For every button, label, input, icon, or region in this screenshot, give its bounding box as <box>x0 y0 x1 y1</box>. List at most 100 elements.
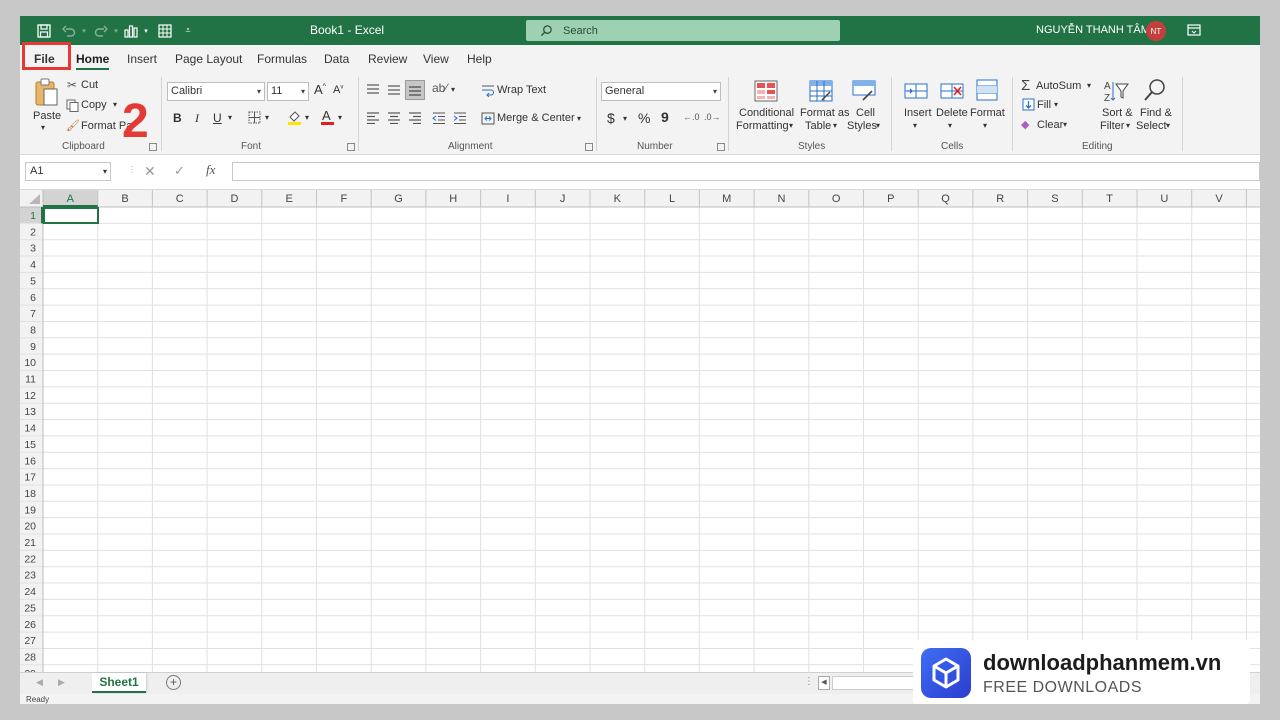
column-header-m[interactable]: M <box>722 193 731 205</box>
find-select-dropdown-icon[interactable]: ▾ <box>1166 121 1170 130</box>
tab-review[interactable]: Review <box>368 52 407 66</box>
autosum-button[interactable]: AutoSum <box>1036 80 1081 92</box>
copy-icon[interactable] <box>65 98 79 112</box>
cell-styles-button[interactable]: Cell <box>856 107 875 119</box>
borders-icon[interactable] <box>247 110 261 124</box>
row-header-5[interactable]: 5 <box>30 275 36 287</box>
find-select-button[interactable]: Find & <box>1140 107 1172 119</box>
column-header-g[interactable]: G <box>394 193 403 205</box>
delete-cells-dropdown-icon[interactable]: ▾ <box>948 121 952 130</box>
column-header-r[interactable]: R <box>996 193 1004 205</box>
decrease-font-size-icon[interactable]: Av <box>333 84 343 96</box>
column-header-n[interactable]: N <box>777 193 785 205</box>
cell-styles-button-line2[interactable]: Styles <box>847 120 877 132</box>
insert-cells-dropdown-icon[interactable]: ▾ <box>913 121 917 130</box>
font-launcher-icon[interactable] <box>347 143 355 151</box>
tab-insert[interactable]: Insert <box>127 52 157 66</box>
currency-format-button[interactable]: $ <box>607 110 615 126</box>
clipboard-launcher-icon[interactable] <box>149 143 157 151</box>
column-header-p[interactable]: P <box>887 193 894 205</box>
fill-color-icon[interactable] <box>286 108 302 126</box>
merge-center-icon[interactable] <box>480 111 496 125</box>
row-header-20[interactable]: 20 <box>24 521 36 533</box>
column-header-u[interactable]: U <box>1160 193 1168 205</box>
wrap-text-button[interactable]: Wrap Text <box>497 84 546 96</box>
tab-page-layout[interactable]: Page Layout <box>175 52 242 66</box>
row-header-4[interactable]: 4 <box>30 259 36 271</box>
bold-button[interactable]: B <box>173 111 182 125</box>
conditional-formatting-dropdown-icon[interactable]: ▾ <box>789 121 793 130</box>
row-header-17[interactable]: 17 <box>24 472 36 484</box>
chart-dropdown-icon[interactable]: ▾ <box>142 21 150 40</box>
paste-dropdown-icon[interactable]: ▾ <box>41 123 45 132</box>
column-header-c[interactable]: C <box>176 193 184 205</box>
table-icon[interactable] <box>156 21 174 40</box>
alignment-launcher-icon[interactable] <box>585 143 593 151</box>
format-painter-icon[interactable]: 🖌 <box>66 119 80 132</box>
wrap-text-icon[interactable] <box>480 83 496 97</box>
delete-cells-button[interactable]: Delete <box>936 107 968 119</box>
row-header-1[interactable]: 1 <box>30 210 36 222</box>
find-select-button-line2[interactable]: Select <box>1136 120 1167 132</box>
column-header-q[interactable]: Q <box>941 193 950 205</box>
enter-entry-icon[interactable]: ✓ <box>174 163 185 179</box>
row-header-24[interactable]: 24 <box>24 586 36 598</box>
row-header-25[interactable]: 25 <box>24 602 36 614</box>
cut-icon[interactable]: ✂ <box>67 78 77 92</box>
autosum-dropdown-icon[interactable]: ▾ <box>1087 81 1091 90</box>
redo-dropdown-icon[interactable]: ▾ <box>112 21 120 40</box>
number-format-select[interactable]: General ▾ <box>601 82 721 101</box>
fill-color-dropdown-icon[interactable]: ▾ <box>305 113 309 122</box>
name-box[interactable]: A1 ▾ <box>25 162 111 181</box>
row-header-23[interactable]: 23 <box>24 570 36 582</box>
column-header-k[interactable]: K <box>614 193 622 205</box>
delete-cells-icon[interactable] <box>939 79 965 103</box>
cell-styles-icon[interactable] <box>851 79 877 103</box>
column-header-h[interactable]: H <box>449 193 457 205</box>
row-header-11[interactable]: 11 <box>25 374 36 386</box>
orientation-icon[interactable]: ab⁄ <box>432 81 447 95</box>
align-middle-icon[interactable] <box>386 83 402 97</box>
row-header-2[interactable]: 2 <box>30 226 36 238</box>
conditional-formatting-icon[interactable] <box>753 79 779 103</box>
column-header-i[interactable]: I <box>506 193 509 205</box>
font-name-select[interactable]: Calibri ▾ <box>167 82 265 101</box>
active-cell-a1[interactable] <box>42 206 99 225</box>
clear-button[interactable]: Clear <box>1037 119 1063 131</box>
row-header-8[interactable]: 8 <box>30 324 36 336</box>
format-cells-icon[interactable] <box>974 77 1000 103</box>
row-header-9[interactable]: 9 <box>30 341 36 353</box>
column-header-l[interactable]: L <box>669 193 675 205</box>
search-box[interactable]: Search <box>526 20 840 41</box>
row-header-21[interactable]: 21 <box>24 537 36 549</box>
cancel-entry-icon[interactable]: ✕ <box>144 163 156 180</box>
redo-icon[interactable] <box>92 21 110 40</box>
scroll-split-grip-icon[interactable]: ⋮ <box>804 676 814 687</box>
insert-cells-button[interactable]: Insert <box>904 107 932 119</box>
formula-input[interactable] <box>232 162 1260 181</box>
tab-help[interactable]: Help <box>467 52 492 66</box>
format-cells-button[interactable]: Format <box>970 107 1005 119</box>
column-header-a[interactable]: A <box>67 193 75 205</box>
row-header-26[interactable]: 26 <box>24 619 36 631</box>
autosum-icon[interactable]: Σ <box>1021 77 1030 94</box>
paste-button[interactable]: Paste <box>33 110 61 122</box>
font-color-dropdown-icon[interactable]: ▾ <box>338 113 342 122</box>
column-header-b[interactable]: B <box>121 193 128 205</box>
save-icon[interactable] <box>34 21 54 40</box>
row-header-12[interactable]: 12 <box>24 390 36 402</box>
row-header-27[interactable]: 27 <box>24 635 36 647</box>
underline-dropdown-icon[interactable]: ▾ <box>228 113 232 122</box>
comma-style-button[interactable]: 9 <box>661 109 669 125</box>
column-header-t[interactable]: T <box>1106 193 1113 205</box>
increase-font-size-icon[interactable]: A^ <box>314 82 326 97</box>
column-header-e[interactable]: E <box>285 193 292 205</box>
copy-dropdown-icon[interactable]: ▾ <box>113 100 117 109</box>
customize-qat-icon[interactable]: ⩡ <box>182 21 194 40</box>
column-header-o[interactable]: O <box>832 193 841 205</box>
worksheet-grid[interactable]: A B C D E F G H I J K L M N O P Q R S T U V 1 2 3 4 5 6 7 8 9 10 11 12 13 1… <box>20 190 1260 672</box>
scroll-left-icon[interactable]: ◀ <box>818 676 830 690</box>
align-bottom-icon[interactable] <box>405 80 425 100</box>
merge-center-button[interactable]: Merge & Center <box>497 112 575 124</box>
column-header-j[interactable]: J <box>560 193 566 205</box>
